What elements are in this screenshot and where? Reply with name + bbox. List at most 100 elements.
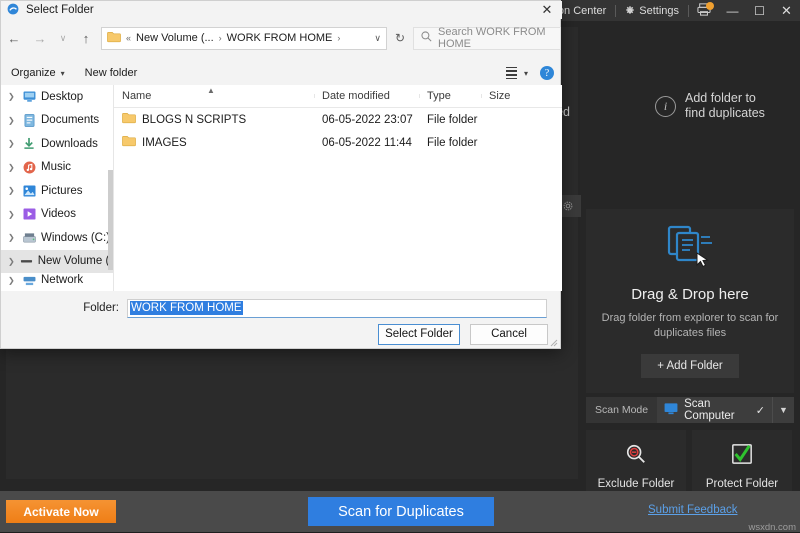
- search-box[interactable]: Search WORK FROM HOME: [413, 26, 561, 50]
- folder-icon: [122, 135, 136, 150]
- chevron-right-icon[interactable]: ❯: [8, 276, 17, 285]
- scan-for-duplicates-button[interactable]: Scan for Duplicates: [308, 497, 494, 526]
- dialog-title: Select Folder: [26, 4, 94, 16]
- dialog-content: ❯ Desktop ❯ Documents ❯ Downloads ❯ Musi…: [1, 85, 562, 291]
- monitor-icon: [664, 402, 678, 418]
- cancel-button[interactable]: Cancel: [470, 323, 548, 345]
- tree-item-desktop[interactable]: ❯ Desktop: [1, 85, 113, 109]
- tree-item-new-volume-d[interactable]: ❯ New Volume (D: [1, 249, 114, 273]
- tree-item-label: Downloads: [41, 137, 98, 150]
- chevron-down-icon[interactable]: ∨: [374, 33, 381, 44]
- tree-item-pictures[interactable]: ❯ Pictures: [1, 179, 113, 203]
- select-folder-button[interactable]: Select Folder: [378, 323, 460, 345]
- recent-locations-button[interactable]: ∨: [53, 25, 73, 51]
- command-bar-right: ▾ ?: [505, 66, 562, 80]
- tree-item-downloads[interactable]: ❯ Downloads: [1, 132, 113, 156]
- new-folder-button[interactable]: New folder: [75, 67, 148, 79]
- watermark: wsxdn.com: [748, 522, 796, 533]
- file-type: File folder: [427, 113, 478, 126]
- activate-now-button[interactable]: Activate Now: [6, 500, 116, 523]
- tree-item-music[interactable]: ❯ Music: [1, 156, 113, 180]
- add-folder-hint: i Add folder to find duplicates: [655, 91, 765, 121]
- exclude-magnifier-icon: [625, 443, 647, 470]
- chevron-right-icon[interactable]: ❯: [8, 186, 17, 195]
- file-type: File folder: [427, 136, 478, 149]
- chevron-right-icon[interactable]: ❯: [8, 163, 17, 172]
- forward-button[interactable]: →: [27, 25, 53, 51]
- chevron-right-icon[interactable]: ❯: [8, 210, 17, 219]
- add-folder-button[interactable]: + Add Folder: [641, 354, 739, 378]
- column-header-size[interactable]: Size: [481, 90, 531, 102]
- table-row[interactable]: IMAGES 06-05-2022 11:44 File folder: [114, 131, 562, 154]
- maximize-button[interactable]: ☐: [746, 0, 773, 21]
- column-headers: Name Date modified Type Size ▲: [114, 85, 562, 108]
- drop-panel-title: Drag & Drop here: [631, 286, 749, 303]
- drag-and-drop-panel[interactable]: Drag & Drop here Drag folder from explor…: [586, 209, 794, 393]
- tree-item-documents[interactable]: ❯ Documents: [1, 109, 113, 133]
- tree-item-videos[interactable]: ❯ Videos: [1, 203, 113, 227]
- file-name: IMAGES: [142, 136, 187, 149]
- chevron-right-icon[interactable]: ❯: [8, 139, 17, 148]
- column-header-date[interactable]: Date modified: [314, 90, 419, 102]
- refresh-button[interactable]: ↻: [387, 25, 413, 51]
- dialog-close-button[interactable]: ✕: [532, 1, 562, 19]
- gear-icon: [563, 201, 573, 211]
- breadcrumb-overflow[interactable]: «: [126, 33, 131, 43]
- tree-item-network[interactable]: ❯ Network: [1, 273, 113, 287]
- dialog-titlebar: Select Folder ✕: [1, 1, 562, 19]
- folder-name-input[interactable]: WORK FROM HOME: [127, 298, 547, 318]
- dialog-button-row: Select Folder Cancel: [1, 323, 562, 345]
- tree-item-label: New Volume (D: [37, 255, 114, 268]
- folder-name-row: Folder: WORK FROM HOME: [1, 297, 562, 319]
- tree-item-label: Music: [41, 161, 72, 174]
- app-close-button[interactable]: ✕: [773, 0, 800, 21]
- downloads-icon: [22, 137, 36, 151]
- up-button[interactable]: ↑: [73, 25, 99, 51]
- documents-drop-icon: [664, 224, 716, 275]
- scan-mode-selector[interactable]: Scan Mode Scan Computer ✓ ▼: [586, 397, 794, 423]
- resize-grip[interactable]: [548, 337, 558, 347]
- command-bar: Organize ▾ New folder ▾ ?: [1, 61, 562, 85]
- tree-item-label: Pictures: [41, 184, 83, 197]
- column-header-type[interactable]: Type: [419, 90, 481, 102]
- music-icon: [22, 160, 36, 174]
- help-icon[interactable]: ?: [540, 66, 554, 80]
- tree-scrollbar[interactable]: [108, 170, 113, 270]
- chevron-right-icon[interactable]: ❯: [8, 116, 17, 125]
- organize-menu-button[interactable]: Organize ▾: [1, 67, 75, 79]
- drive-icon: [20, 254, 33, 268]
- chevron-right-icon[interactable]: ❯: [8, 233, 17, 242]
- settings-button[interactable]: Settings: [616, 0, 688, 21]
- chevron-down-icon[interactable]: ▾: [519, 69, 528, 78]
- view-options-icon[interactable]: [505, 66, 517, 80]
- chevron-right-icon[interactable]: ❯: [8, 92, 17, 101]
- add-folder-hint-line2: find duplicates: [685, 106, 765, 120]
- notification-badge-button[interactable]: [689, 0, 719, 21]
- breadcrumb-sep-2[interactable]: ›: [337, 33, 340, 43]
- search-placeholder: Search WORK FROM HOME: [438, 26, 546, 50]
- tree-item-windows-c[interactable]: ❯ Windows (C:): [1, 226, 113, 250]
- folder-field-label: Folder:: [83, 302, 119, 314]
- tree-item-label: Desktop: [41, 90, 84, 103]
- navigation-bar: ← → ∨ ↑ « New Volume (... › WORK FROM HO…: [1, 23, 562, 53]
- scan-mode-label: Scan Mode: [595, 404, 649, 416]
- close-icon: ✕: [781, 2, 792, 18]
- file-list-pane[interactable]: Name Date modified Type Size ▲ BLOGS N S…: [114, 85, 562, 291]
- scan-mode-value[interactable]: Scan Computer ✓: [657, 397, 772, 423]
- chevron-right-icon[interactable]: ❯: [8, 257, 15, 266]
- breadcrumb-item-drive[interactable]: New Volume (...: [136, 32, 214, 44]
- add-folder-hint-line1: Add folder to: [685, 91, 756, 105]
- back-button[interactable]: ←: [1, 25, 27, 51]
- network-icon: [22, 273, 36, 287]
- navigation-tree[interactable]: ❯ Desktop ❯ Documents ❯ Downloads ❯ Musi…: [1, 85, 114, 291]
- search-icon: [421, 31, 432, 45]
- submit-feedback-link[interactable]: Submit Feedback: [648, 504, 738, 516]
- minimize-button[interactable]: —: [719, 0, 746, 21]
- table-row[interactable]: BLOGS N SCRIPTS 06-05-2022 23:07 File fo…: [114, 108, 562, 131]
- chevron-down-icon[interactable]: ▼: [772, 397, 794, 423]
- tree-item-label: Windows (C:): [41, 231, 111, 244]
- address-bar[interactable]: « New Volume (... › WORK FROM HOME › ∨: [101, 26, 387, 50]
- breadcrumb-item-folder[interactable]: WORK FROM HOME: [227, 32, 333, 44]
- settings-label: Settings: [639, 4, 679, 17]
- minimize-icon: —: [726, 3, 739, 18]
